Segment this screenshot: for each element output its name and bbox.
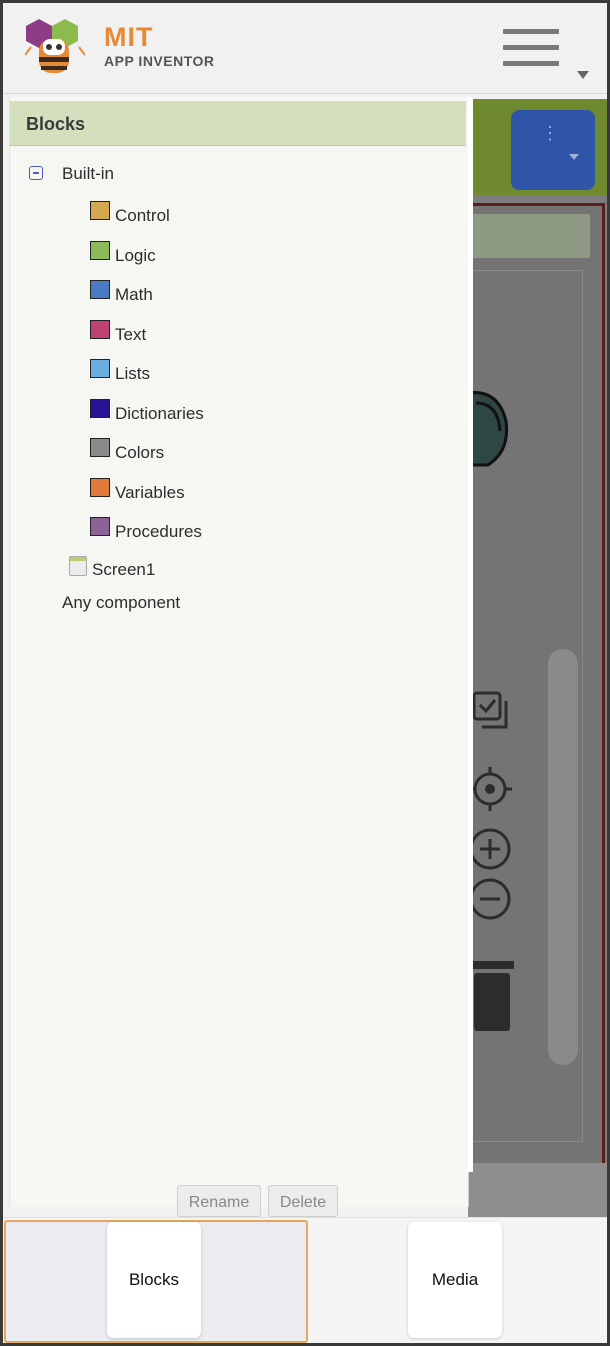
drawer-title: Blocks (26, 114, 86, 134)
category-swatch-colors (90, 438, 110, 457)
app-inventor-logo (25, 19, 85, 73)
hamburger-icon[interactable] (503, 29, 559, 71)
category-swatch-control (90, 201, 110, 220)
workspace-inner (468, 270, 583, 1142)
blocks-workspace-backdrop: ⋮ (468, 99, 607, 1219)
tree-item-any-component[interactable]: Any component (62, 593, 180, 613)
category-swatch-lists (90, 359, 110, 378)
screen-icon (69, 556, 87, 576)
tree-item-math[interactable]: Math (115, 285, 153, 305)
workspace-canvas (468, 203, 605, 1169)
rename-button[interactable]: Rename (177, 1185, 261, 1217)
drawer-header: Blocks (10, 101, 466, 146)
tree-item-screen1[interactable]: Screen1 (92, 560, 155, 580)
tab-media[interactable]: Media (408, 1222, 502, 1338)
zoom-in-icon[interactable] (470, 827, 516, 873)
zoom-out-icon[interactable] (470, 877, 516, 923)
chevron-down-icon[interactable] (577, 71, 589, 79)
chevron-down-icon (569, 154, 579, 160)
category-swatch-dictionaries (90, 398, 110, 418)
blocks-drawer: Blocks Built-in Screen1 Any component Re… (9, 97, 469, 1217)
tab-blocks[interactable]: Blocks (107, 1222, 201, 1338)
tree-item-colors[interactable]: Colors (115, 443, 164, 463)
category-swatch-logic (90, 240, 110, 260)
workspace-band (468, 214, 590, 258)
cleanup-icon[interactable] (470, 689, 514, 733)
trash-icon[interactable] (470, 955, 514, 1035)
tree-item-built-in[interactable]: Built-in (62, 164, 114, 184)
brand-subtitle: APP INVENTOR (104, 53, 215, 69)
recenter-icon[interactable] (468, 765, 516, 813)
more-vert-icon: ⋮ (541, 123, 559, 143)
delete-button[interactable]: Delete (268, 1185, 338, 1217)
drawer-scrollbar[interactable] (468, 97, 473, 1172)
tree-item-logic[interactable]: Logic (115, 246, 156, 266)
app-frame: MIT APP INVENTOR ⋮ Blocks Built-in Scree… (3, 3, 607, 1343)
collapse-minus-icon[interactable] (29, 166, 43, 180)
tree-item-text[interactable]: Text (115, 325, 146, 345)
tree-item-variables[interactable]: Variables (115, 483, 185, 503)
workspace-footer (468, 1163, 607, 1219)
category-swatch-procedures (90, 517, 110, 536)
category-swatch-variables (90, 477, 110, 497)
tree-item-dictionaries[interactable]: Dictionaries (115, 404, 204, 424)
more-options-button[interactable]: ⋮ (511, 110, 595, 190)
workspace-scrollbar[interactable] (548, 649, 578, 1065)
category-swatch-math (90, 280, 110, 299)
backpack-icon[interactable] (468, 381, 514, 473)
tree-item-lists[interactable]: Lists (115, 364, 150, 384)
app-header: MIT APP INVENTOR (3, 3, 607, 94)
tree-item-control[interactable]: Control (115, 206, 170, 226)
category-swatch-text (90, 319, 110, 339)
tree-item-procedures[interactable]: Procedures (115, 522, 202, 542)
bottom-tab-bar: Blocks Media (3, 1217, 607, 1343)
brand-title: MIT (104, 22, 154, 52)
